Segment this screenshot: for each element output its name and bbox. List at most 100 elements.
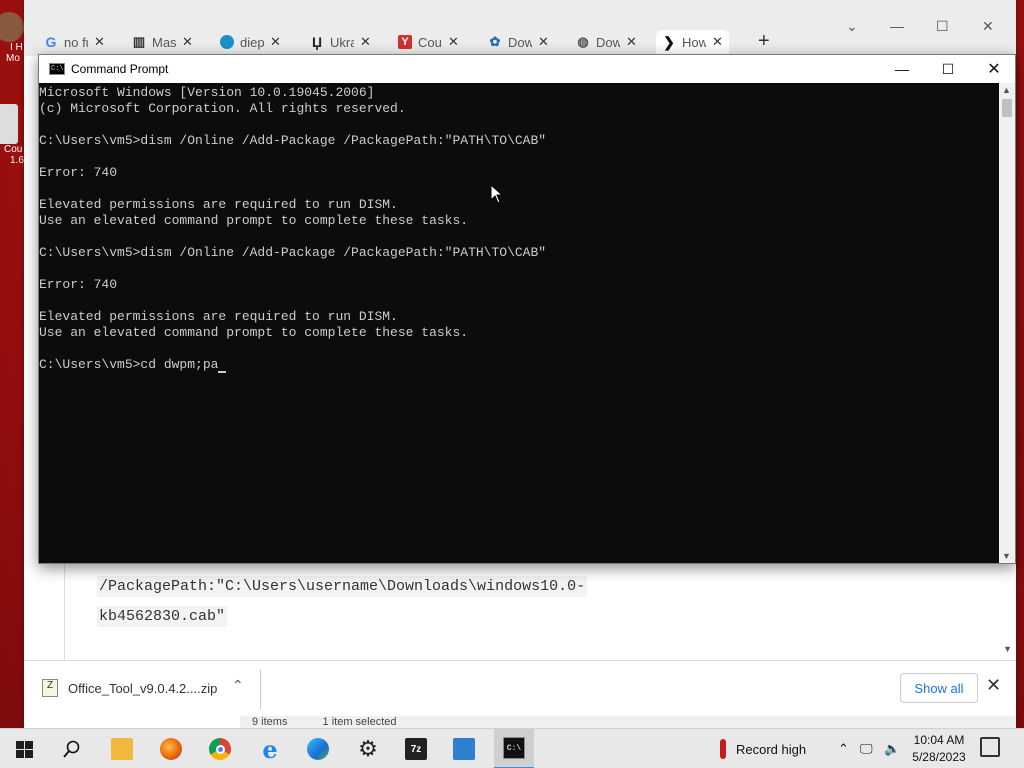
code-block: /PackagePath:"C:\Users\username\Download… — [64, 560, 994, 660]
search-button[interactable] — [52, 729, 92, 768]
console-line: C:\Users\vm5>dism /Online /Add-Package /… — [39, 133, 547, 148]
desktop-icon-label: Cou — [4, 144, 23, 155]
title-bar[interactable]: C:\ Command Prompt — ☐ ✕ — [39, 55, 1015, 83]
close-icon[interactable]: ✕ — [982, 18, 994, 35]
download-bar: Z Office_Tool_v9.0.4.2....zip ⌃ Show all… — [24, 660, 1016, 716]
console-output[interactable]: Microsoft Windows [Version 10.0.19045.20… — [39, 83, 999, 563]
tab[interactable]: diep ✕ — [220, 30, 281, 54]
tab[interactable]: ◍ Dow ✕ — [576, 30, 637, 54]
tab[interactable]: Џ Ukra ✕ — [310, 30, 371, 54]
selected-count: 1 item selected — [322, 716, 397, 728]
start-button[interactable] — [4, 729, 44, 768]
close-icon[interactable]: ✕ — [182, 34, 193, 50]
page-content: /PackagePath:"C:\Users\username\Download… — [24, 560, 1016, 660]
close-icon[interactable]: ✕ — [986, 675, 1001, 696]
7zip-button[interactable]: 7z — [396, 729, 436, 768]
chevron-up-icon: ⌃ — [838, 741, 849, 756]
tab[interactable]: Y Cou ✕ — [398, 30, 459, 54]
desktop-icon-label: Mo — [6, 53, 20, 64]
internet-explorer-button[interactable]: e — [250, 729, 290, 768]
console-line: Microsoft Windows [Version 10.0.19045.20… — [39, 85, 375, 100]
settings-icon: ⚙ — [358, 736, 378, 761]
console-lines: Microsoft Windows [Version 10.0.19045.20… — [39, 85, 546, 373]
command-prompt-icon: C:\ — [49, 63, 65, 75]
show-all-button[interactable]: Show all — [900, 673, 978, 703]
monitor-icon: 🖵 — [860, 741, 873, 756]
settings-button[interactable]: ⚙ — [348, 729, 388, 768]
scroll-down-icon[interactable]: ▼ — [1003, 644, 1012, 654]
divider — [260, 669, 261, 709]
volume-icon[interactable]: 🔈 — [884, 729, 900, 768]
command-prompt-window[interactable]: C:\ Command Prompt — ☐ ✕ Microsoft Windo… — [38, 54, 1016, 564]
clock-date: 5/28/2023 — [912, 750, 966, 764]
console-input-line[interactable]: C:\Users\vm5>cd dwpm;pa — [39, 357, 546, 373]
desktop-icon[interactable]: I H Mo — [0, 12, 24, 82]
clock[interactable]: 10:04 AM 5/28/2023 — [908, 732, 970, 766]
tab[interactable]: G no fu ✕ — [44, 30, 105, 54]
internet-explorer-icon: e — [262, 734, 278, 764]
close-icon[interactable]: ✕ — [270, 34, 281, 50]
weather-widget[interactable]: Record high — [720, 729, 806, 768]
window-title: Command Prompt — [71, 62, 169, 76]
thermometer-icon — [720, 739, 726, 759]
firefox-button[interactable] — [151, 729, 191, 768]
app-icon — [0, 12, 24, 42]
globe-icon: ◍ — [577, 34, 589, 49]
edge-button[interactable] — [298, 729, 338, 768]
tab-title: no fu — [64, 34, 88, 50]
console-line: (c) Microsoft Corporation. All rights re… — [39, 101, 406, 116]
close-icon[interactable]: ✕ — [626, 34, 637, 50]
close-icon[interactable]: ✕ — [360, 34, 371, 50]
scroll-down-icon[interactable]: ▼ — [1002, 551, 1011, 561]
tab[interactable]: ▥ Mast ✕ — [132, 30, 193, 54]
y-icon: Y — [398, 35, 412, 49]
close-icon[interactable]: ✕ — [448, 34, 459, 50]
firefox-icon — [160, 738, 182, 760]
weather-text: Record high — [736, 741, 807, 757]
new-tab-button[interactable]: + — [758, 30, 770, 53]
show-hidden-icons[interactable]: ⌃ — [838, 729, 849, 768]
chrome-icon — [209, 738, 231, 760]
tab-active[interactable]: ❯ How ✕ — [656, 30, 729, 54]
chevron-up-icon[interactable]: ⌃ — [232, 677, 244, 694]
remote-desktop-button[interactable] — [444, 729, 484, 768]
tab-search-icon[interactable]: ⌄ — [846, 18, 858, 35]
taskbar: e ⚙ 7z C:\ Record high ⌃ 🖵 🔈 10:04 AM 5/… — [0, 728, 1024, 768]
speaker-icon: 🔈 — [884, 741, 901, 756]
tab-title: Mast — [152, 34, 176, 50]
tab-title: diep — [240, 34, 264, 50]
notification-icon[interactable] — [980, 737, 1000, 757]
tab-title: Dow — [596, 34, 620, 50]
diep-icon — [220, 35, 234, 49]
desktop-icon-label: I H — [10, 42, 23, 53]
scroll-up-icon[interactable]: ▲ — [1002, 85, 1011, 95]
code-line: /PackagePath:"C:\Users\username\Download… — [97, 576, 588, 597]
chrome-button[interactable] — [200, 729, 240, 768]
close-button[interactable]: ✕ — [971, 55, 1017, 83]
command-prompt-taskbar-button[interactable]: C:\ — [494, 729, 534, 768]
maximize-button[interactable]: ☐ — [925, 55, 971, 83]
console-line: Elevated permissions are required to run… — [39, 309, 398, 324]
7zip-icon: 7z — [405, 738, 427, 760]
desktop-icon[interactable]: Cou 1.6 — [0, 104, 24, 174]
mouse-pointer-icon — [490, 184, 504, 204]
download-item[interactable]: Z Office_Tool_v9.0.4.2....zip — [42, 679, 217, 697]
network-icon[interactable]: 🖵 — [860, 729, 873, 768]
scrollbar[interactable]: ▲ ▼ — [999, 83, 1015, 563]
code-line: kb4562830.cab" — [97, 606, 228, 627]
command-prompt-icon: C:\ — [503, 737, 525, 759]
tab[interactable]: ✿ Dow ✕ — [488, 30, 549, 54]
close-icon[interactable]: ✕ — [538, 34, 549, 50]
maximize-icon[interactable]: ☐ — [936, 18, 949, 35]
close-icon[interactable]: ✕ — [94, 34, 105, 50]
clock-time: 10:04 AM — [913, 733, 965, 747]
minimize-button[interactable]: — — [879, 55, 925, 83]
minimize-icon[interactable]: — — [890, 18, 904, 34]
close-icon[interactable]: ✕ — [712, 34, 723, 50]
file-explorer-button[interactable] — [102, 729, 142, 768]
tab-title: How — [682, 34, 706, 50]
scroll-thumb[interactable] — [1002, 99, 1012, 117]
